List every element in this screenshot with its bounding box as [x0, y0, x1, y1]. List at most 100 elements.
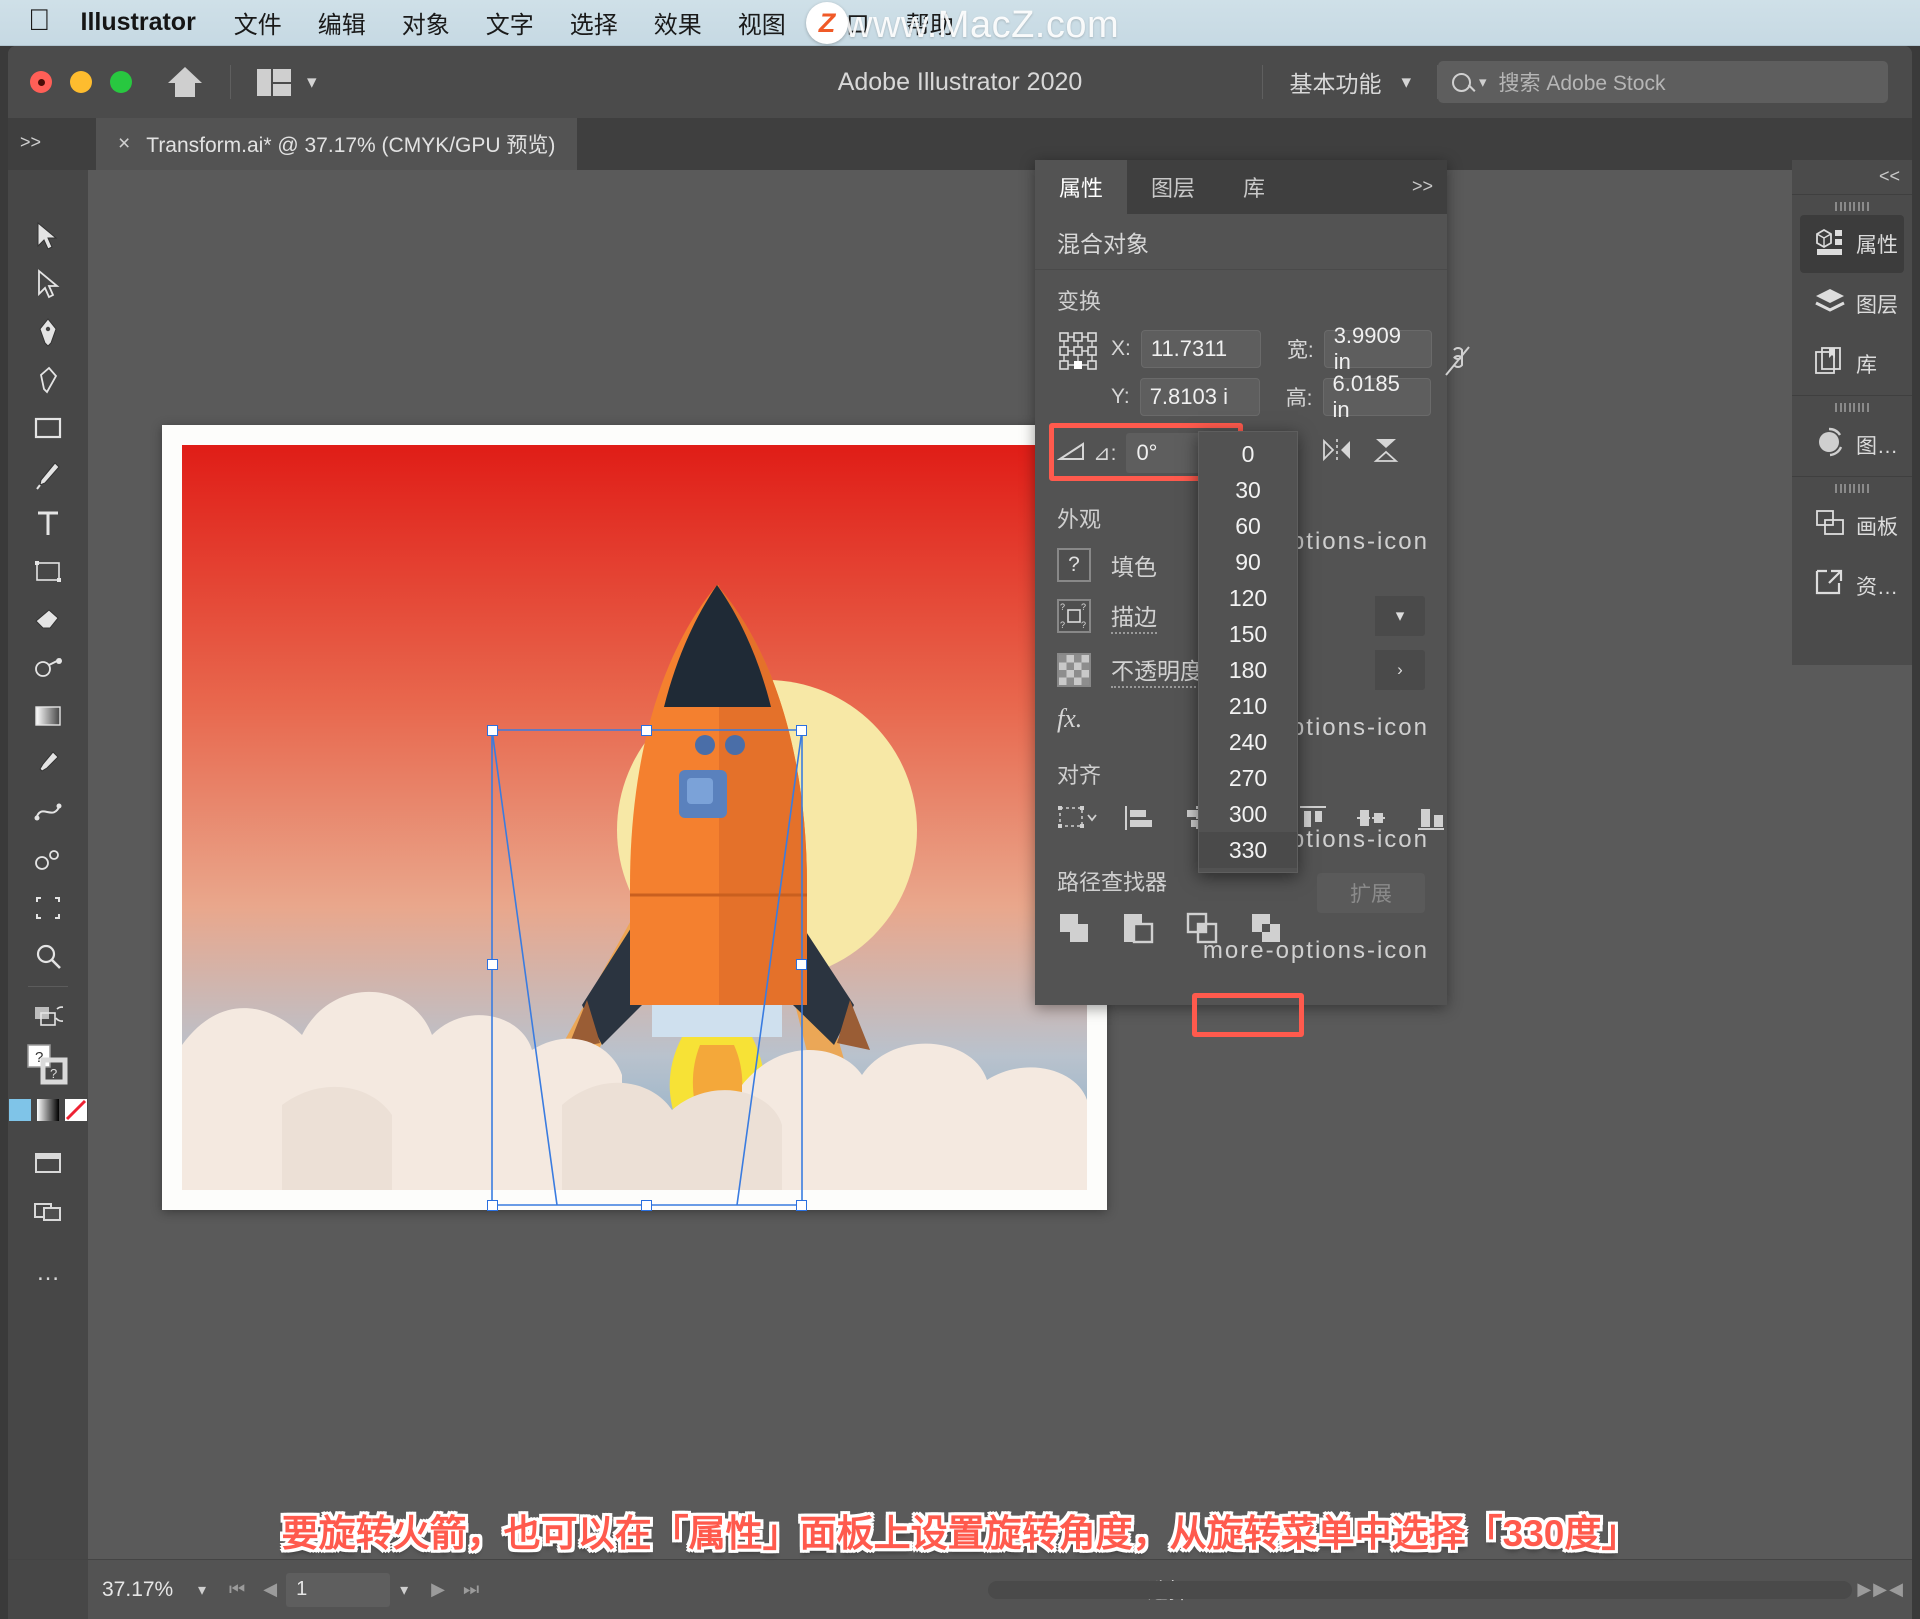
- pathfinder-more-options-icon[interactable]: more-options-icon: [1203, 937, 1429, 965]
- x-input[interactable]: 11.7311: [1141, 330, 1261, 368]
- dock-collapse-icon[interactable]: <<: [1879, 166, 1900, 187]
- selection-tool[interactable]: [20, 212, 76, 260]
- unknown-fill-swatch-icon[interactable]: ?: [1057, 548, 1091, 582]
- curvature-tool[interactable]: [20, 356, 76, 404]
- menu-help[interactable]: 帮助: [906, 5, 954, 40]
- menu-edit[interactable]: 编辑: [318, 5, 366, 40]
- rotation-option-300[interactable]: 300: [1199, 796, 1297, 832]
- page-number-input[interactable]: 1: [286, 1573, 390, 1607]
- rotation-option-180[interactable]: 180: [1199, 652, 1297, 688]
- status-scroll-right-icon[interactable]: ▶: [1857, 1579, 1871, 1600]
- dock-grip-2[interactable]: [1792, 400, 1912, 414]
- horizontal-scrollbar-track[interactable]: [988, 1581, 1852, 1599]
- previous-page-icon[interactable]: ◀: [263, 1579, 277, 1600]
- dock-grip-3[interactable]: [1792, 481, 1912, 495]
- scroll-right-arrow-icon[interactable]: ▶: [1873, 1579, 1887, 1600]
- zoom-chevron-down-icon[interactable]: ▾: [198, 1580, 206, 1600]
- flip-horizontal-icon[interactable]: [1322, 437, 1352, 469]
- rotation-option-90[interactable]: 90: [1199, 544, 1297, 580]
- rotation-option-240[interactable]: 240: [1199, 724, 1297, 760]
- last-page-icon[interactable]: ⏭: [463, 1579, 479, 1600]
- menu-select[interactable]: 选择: [570, 5, 618, 40]
- minus-front-icon[interactable]: [1121, 911, 1159, 950]
- screen-mode-toggle-icon[interactable]: [20, 1139, 76, 1187]
- tab-libraries[interactable]: 库: [1219, 160, 1289, 214]
- menu-file[interactable]: 文件: [234, 5, 282, 40]
- rotation-option-30[interactable]: 30: [1199, 472, 1297, 508]
- rectangle-tool[interactable]: [20, 404, 76, 452]
- panel-collapse-icon[interactable]: >>: [1412, 176, 1433, 197]
- paintbrush-tool[interactable]: [20, 452, 76, 500]
- gradient-swatch[interactable]: [37, 1099, 59, 1121]
- color-swatch[interactable]: [9, 1099, 31, 1121]
- dock-grip-1[interactable]: [1792, 199, 1912, 213]
- unlinked-chain-icon[interactable]: [1442, 344, 1472, 383]
- active-app-name[interactable]: Illustrator: [81, 8, 196, 37]
- fx-button[interactable]: fx.: [1057, 704, 1082, 734]
- rotation-option-210[interactable]: 210: [1199, 688, 1297, 724]
- blend-tool[interactable]: [20, 788, 76, 836]
- page-chevron-down-icon[interactable]: ▾: [400, 1580, 408, 1600]
- search-chevron-down-icon[interactable]: ▾: [1479, 73, 1487, 91]
- width-input[interactable]: 3.9909 in: [1324, 330, 1432, 368]
- workspace-chevron-down-icon[interactable]: ▾: [1401, 71, 1411, 94]
- dock-item-image-trace[interactable]: 图…: [1800, 416, 1904, 474]
- workspace-selector-label[interactable]: 基本功能: [1289, 65, 1381, 99]
- tab-layers[interactable]: 图层: [1127, 160, 1219, 214]
- artboard-tool[interactable]: [20, 884, 76, 932]
- dock-item-libraries[interactable]: 库: [1800, 335, 1904, 393]
- menu-type[interactable]: 文字: [486, 5, 534, 40]
- symbol-sprayer-tool[interactable]: [20, 836, 76, 884]
- type-tool[interactable]: [20, 500, 76, 548]
- dock-item-properties[interactable]: 属性: [1800, 215, 1904, 273]
- edit-toolbar-icon[interactable]: [20, 1187, 76, 1235]
- align-to-artboard-icon[interactable]: [1057, 804, 1097, 837]
- menu-effect[interactable]: 效果: [654, 5, 702, 40]
- y-input[interactable]: 7.8103 i: [1140, 378, 1260, 416]
- first-page-icon[interactable]: ⏮: [229, 1579, 245, 1600]
- dock-item-asset-export[interactable]: 资…: [1800, 557, 1904, 615]
- unknown-stroke-swatch-icon[interactable]: ????: [1057, 599, 1091, 633]
- align-left-icon[interactable]: [1123, 804, 1155, 837]
- eyedropper-tool[interactable]: [20, 740, 76, 788]
- flip-vertical-icon[interactable]: [1372, 436, 1400, 470]
- document-tab[interactable]: × Transform.ai* @ 37.17% (CMYK/GPU 预览): [96, 118, 577, 170]
- screen-mode-icon[interactable]: [20, 993, 76, 1041]
- dock-item-layers[interactable]: 图层: [1800, 275, 1904, 333]
- gradient-tool[interactable]: [20, 692, 76, 740]
- reference-point-grid-icon[interactable]: [1057, 330, 1099, 372]
- opacity-checker-swatch-icon[interactable]: [1057, 653, 1091, 687]
- expand-button[interactable]: 扩展: [1317, 873, 1425, 913]
- stroke-chevron-down-icon[interactable]: ▾: [1375, 596, 1425, 636]
- menu-view[interactable]: 视图: [738, 5, 786, 40]
- status-scroll-left-icon[interactable]: ◀: [1889, 1579, 1903, 1600]
- direct-selection-tool[interactable]: [20, 260, 76, 308]
- artboard[interactable]: [162, 425, 1107, 1210]
- fill-stroke-swatch[interactable]: ? ?: [20, 1041, 76, 1089]
- search-input[interactable]: ▾ 搜索 Adobe Stock: [1438, 61, 1888, 103]
- rotation-option-150[interactable]: 150: [1199, 616, 1297, 652]
- none-swatch[interactable]: [65, 1099, 87, 1121]
- document-canvas[interactable]: [88, 170, 1912, 1559]
- dock-item-artboards[interactable]: 画板: [1800, 497, 1904, 555]
- pen-tool[interactable]: [20, 308, 76, 356]
- zoom-tool[interactable]: [20, 932, 76, 980]
- zoom-level-input[interactable]: 37.17%: [102, 1578, 198, 1602]
- shape-builder-tool[interactable]: [20, 644, 76, 692]
- height-input[interactable]: 6.0185 in: [1323, 378, 1431, 416]
- eraser-tool[interactable]: [20, 596, 76, 644]
- panel-collapse-icon[interactable]: >>: [20, 132, 41, 153]
- next-page-icon[interactable]: ▶: [431, 1579, 445, 1600]
- unite-icon[interactable]: [1057, 911, 1095, 950]
- rotation-option-330[interactable]: 330: [1199, 832, 1297, 868]
- more-tools-icon[interactable]: …: [20, 1249, 76, 1297]
- free-transform-tool[interactable]: [20, 548, 76, 596]
- rotation-option-120[interactable]: 120: [1199, 580, 1297, 616]
- tab-properties[interactable]: 属性: [1035, 160, 1127, 214]
- menu-object[interactable]: 对象: [402, 5, 450, 40]
- rotation-option-0[interactable]: 0: [1199, 436, 1297, 472]
- close-document-icon[interactable]: ×: [118, 132, 130, 156]
- rotation-option-60[interactable]: 60: [1199, 508, 1297, 544]
- opacity-expand-icon[interactable]: ›: [1375, 650, 1425, 690]
- apple-logo-icon[interactable]: : [28, 6, 51, 36]
